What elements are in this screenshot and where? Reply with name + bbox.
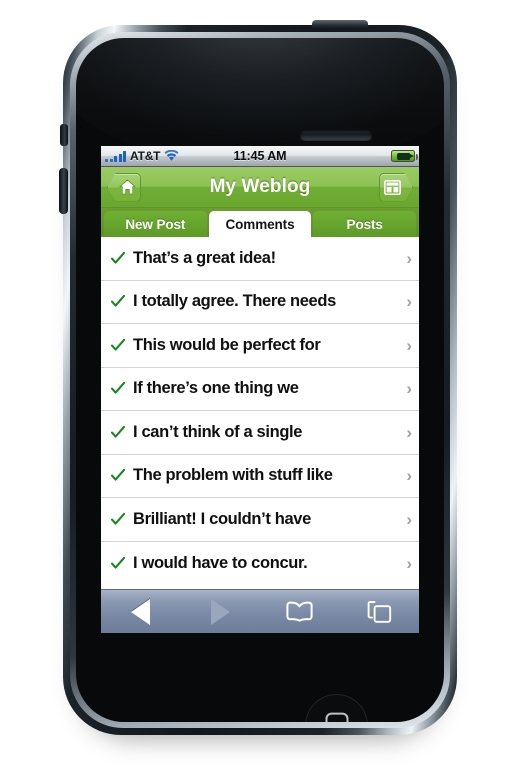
- bookmarks-button[interactable]: [260, 590, 340, 633]
- clock-label: 11:45 AM: [233, 149, 287, 163]
- home-button[interactable]: [305, 694, 368, 722]
- list-item[interactable]: That’s a great idea! ›: [101, 237, 419, 281]
- list-item-label: If there’s one thing we: [133, 379, 299, 398]
- browser-toolbar: [101, 589, 419, 633]
- pages-icon: [367, 600, 391, 623]
- tab-bar: New Post Comments Posts: [101, 208, 419, 237]
- list-item[interactable]: I would have to concur. ›: [101, 541, 419, 585]
- list-item-label: This would be perfect for: [133, 335, 321, 354]
- pages-button[interactable]: [340, 590, 420, 633]
- sleep-wake-button[interactable]: [312, 20, 368, 29]
- screenshot-stage: AT&T 11:45 AM My Weblog New Post Comment…: [0, 0, 520, 780]
- forward-button[interactable]: [181, 590, 261, 633]
- checkmark-icon: [109, 556, 126, 570]
- chevron-right-icon: ›: [406, 422, 412, 442]
- silent-switch[interactable]: [60, 124, 68, 146]
- checkmark-icon: [109, 251, 126, 265]
- list-item[interactable]: If there’s one thing we ›: [101, 367, 419, 411]
- forward-arrow-icon: [210, 598, 230, 625]
- list-item[interactable]: The problem with stuff like ›: [101, 454, 419, 498]
- back-arrow-icon: [131, 598, 151, 625]
- list-item-label: I can’t think of a single: [133, 422, 303, 441]
- tab-posts[interactable]: Posts: [313, 211, 417, 237]
- list-item[interactable]: This would be perfect for ›: [101, 324, 419, 368]
- comments-list: That’s a great idea! › I totally agree. …: [101, 237, 419, 585]
- chevron-right-icon: ›: [406, 509, 412, 529]
- status-bar-right: [391, 150, 418, 162]
- battery-charging-icon: [391, 150, 418, 162]
- back-button[interactable]: [101, 590, 181, 633]
- list-item-label: The problem with stuff like: [133, 466, 333, 485]
- chevron-right-icon: ›: [406, 379, 412, 399]
- checkmark-icon: [109, 469, 126, 482]
- checkmark-icon: [109, 382, 126, 395]
- list-item[interactable]: Brilliant! I couldn’t have ›: [101, 498, 419, 542]
- chevron-right-icon: ›: [406, 466, 412, 486]
- chevron-right-icon: ›: [406, 553, 412, 573]
- book-icon: [286, 601, 313, 622]
- tab-comments[interactable]: Comments: [208, 211, 312, 237]
- page-title: My Weblog: [209, 176, 311, 197]
- navigation-bar: My Weblog: [101, 167, 419, 208]
- home-icon: [119, 179, 136, 195]
- checkmark-icon: [109, 425, 126, 439]
- list-item-label: I would have to concur.: [133, 553, 308, 572]
- list-item-label: That’s a great idea!: [133, 248, 276, 267]
- list-item-label: Brilliant! I couldn’t have: [133, 509, 311, 528]
- tab-new-post[interactable]: New Post: [104, 211, 207, 237]
- earpiece-speaker: [300, 130, 372, 140]
- home-nav-button[interactable]: [107, 172, 141, 202]
- list-item[interactable]: I can’t think of a single ›: [101, 411, 419, 455]
- home-button-square-icon: [325, 712, 348, 722]
- chevron-right-icon: ›: [406, 292, 412, 312]
- chevron-right-icon: ›: [406, 335, 412, 355]
- list-item-label: I totally agree. There needs: [133, 292, 336, 311]
- layout-nav-button[interactable]: [379, 173, 413, 202]
- list-item[interactable]: I totally agree. There needs ›: [101, 280, 419, 324]
- checkmark-icon: [109, 338, 126, 352]
- phone-screen: AT&T 11:45 AM My Weblog New Post Comment…: [101, 146, 419, 633]
- volume-buttons[interactable]: [59, 168, 68, 214]
- status-bar: AT&T 11:45 AM: [101, 146, 419, 167]
- chevron-right-icon: ›: [406, 248, 412, 268]
- layout-icon: [384, 180, 401, 195]
- checkmark-icon: [109, 295, 126, 308]
- checkmark-icon: [109, 512, 126, 526]
